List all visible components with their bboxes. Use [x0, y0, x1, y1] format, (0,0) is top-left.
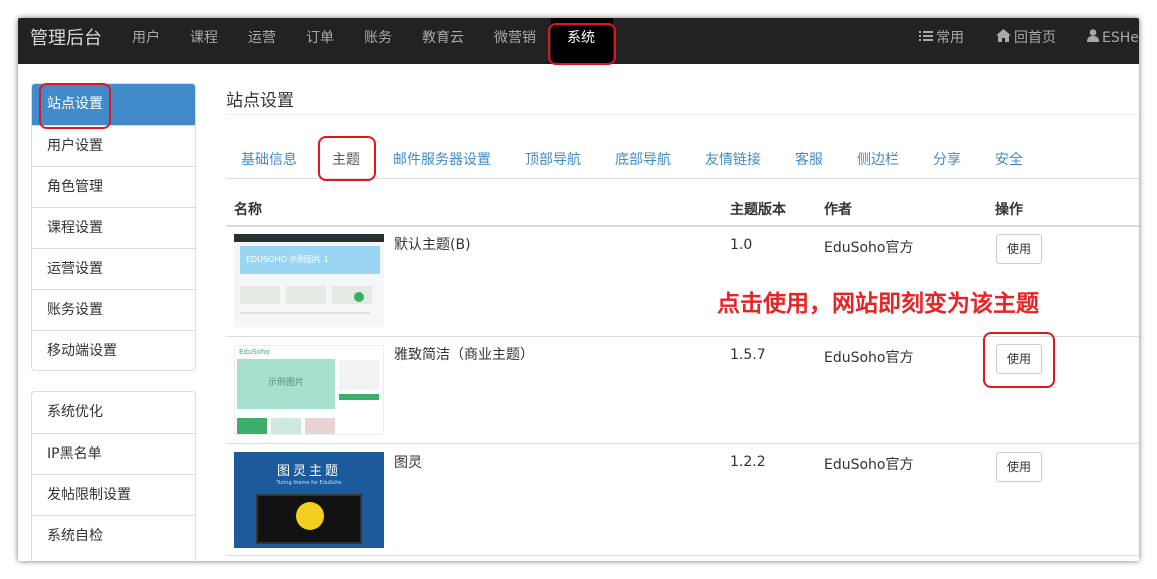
- nav-user-label: ESHe: [1102, 30, 1139, 46]
- theme-author-turing: EduSoho官方: [824, 457, 914, 473]
- tab-security[interactable]: 安全: [995, 149, 1023, 169]
- tab-friend-links[interactable]: 友情链接: [705, 149, 761, 169]
- nav-user-menu[interactable]: ESHe: [1087, 18, 1139, 64]
- sidebar-item-user-settings[interactable]: 用户设置: [32, 125, 195, 166]
- tab-top-nav[interactable]: 顶部导航: [525, 149, 581, 169]
- tab-share[interactable]: 分享: [933, 149, 961, 169]
- col-header-author: 作者: [824, 202, 852, 218]
- nav-item-operations[interactable]: 运营: [248, 18, 276, 64]
- home-icon: [996, 18, 1011, 58]
- nav-item-system[interactable]: 系统: [551, 18, 613, 64]
- nav-item-users[interactable]: 用户: [132, 18, 160, 64]
- theme-thumbnail-default: EDUSOHO 示例图片 1: [234, 234, 384, 327]
- use-theme-button-turing[interactable]: 使用: [996, 452, 1042, 482]
- theme-name-default: 默认主题(B): [394, 237, 471, 253]
- nav-item-courses[interactable]: 课程: [190, 18, 218, 64]
- thumb-banner-label: 示例图片: [237, 359, 335, 409]
- title-divider: [226, 114, 1139, 115]
- nav-common-label: 常用: [936, 30, 964, 46]
- nav-item-orders[interactable]: 订单: [306, 18, 334, 64]
- use-theme-button-default[interactable]: 使用: [996, 234, 1042, 264]
- tabs-divider: [226, 178, 1139, 179]
- sidebar-item-site-settings[interactable]: 站点设置: [32, 84, 195, 125]
- tab-mail-server[interactable]: 邮件服务器设置: [393, 149, 491, 169]
- thumb-turing-subtitle: Turing theme for EduSoho: [276, 480, 342, 486]
- nav-item-micro-marketing[interactable]: 微营销: [494, 18, 536, 64]
- page-title: 站点设置: [226, 91, 294, 111]
- theme-thumbnail-turing: 图灵主题 Turing theme for EduSoho: [234, 452, 384, 548]
- sidebar-item-operation-settings[interactable]: 运营设置: [32, 248, 195, 289]
- sidebar-item-role-management[interactable]: 角色管理: [32, 166, 195, 207]
- row-divider: [226, 555, 1139, 556]
- col-header-action: 操作: [995, 202, 1023, 218]
- theme-author-default: EduSoho官方: [824, 240, 914, 256]
- row-divider: [226, 443, 1139, 444]
- sidebar-system-group: 系统优化 IP黑名单 发帖限制设置 系统自检: [31, 391, 196, 561]
- sidebar-item-course-settings[interactable]: 课程设置: [32, 207, 195, 248]
- sidebar-item-mobile-settings[interactable]: 移动端设置: [32, 330, 195, 370]
- col-header-version: 主题版本: [730, 202, 786, 218]
- thumb-logo-text: EduSoho: [239, 348, 270, 356]
- list-icon: [919, 18, 933, 58]
- theme-version-turing: 1.2.2: [730, 454, 766, 470]
- annotation-callout: 点击使用，网站即刻变为该主题: [717, 291, 1039, 317]
- sidebar-item-system-check[interactable]: 系统自检: [32, 515, 195, 556]
- tab-theme[interactable]: 主题: [332, 149, 360, 169]
- theme-name-elegant: 雅致简洁（商业主题）: [394, 347, 534, 363]
- tab-side-bar[interactable]: 侧边栏: [857, 149, 899, 169]
- app-window: 管理后台 用户 课程 运营 订单 账务 教育云 微营销 系统 常用 回首页 ES…: [18, 18, 1139, 561]
- nav-home-label: 回首页: [1014, 30, 1056, 46]
- tab-basic-info[interactable]: 基础信息: [241, 149, 297, 169]
- nav-item-finance[interactable]: 账务: [364, 18, 392, 64]
- thumb-banner-text: EDUSOHO 示例图片 1: [240, 246, 380, 274]
- nav-common-link[interactable]: 常用: [919, 18, 964, 64]
- theme-thumbnail-elegant: EduSoho 示例图片: [234, 345, 384, 435]
- row-divider: [226, 336, 1139, 337]
- thumb-turing-title: 图灵主题: [276, 464, 341, 479]
- sidebar-item-post-limit[interactable]: 发帖限制设置: [32, 474, 195, 515]
- user-icon: [1087, 18, 1099, 58]
- theme-version-elegant: 1.5.7: [730, 347, 766, 363]
- tab-customer-service[interactable]: 客服: [795, 149, 823, 169]
- table-header-divider: [226, 225, 1139, 227]
- theme-author-elegant: EduSoho官方: [824, 350, 914, 366]
- sidebar-item-ip-blacklist[interactable]: IP黑名单: [32, 433, 195, 474]
- nav-home-link[interactable]: 回首页: [996, 18, 1056, 64]
- use-theme-button-elegant[interactable]: 使用: [996, 344, 1042, 374]
- sidebar-settings-group: 站点设置 用户设置 角色管理 课程设置 运营设置 账务设置 移动端设置: [31, 83, 196, 371]
- theme-name-turing: 图灵: [394, 455, 422, 471]
- nav-item-edu-cloud[interactable]: 教育云: [422, 18, 464, 64]
- sidebar-item-finance-settings[interactable]: 账务设置: [32, 289, 195, 330]
- theme-version-default: 1.0: [730, 237, 753, 253]
- sidebar-item-system-optimize[interactable]: 系统优化: [32, 392, 195, 433]
- tab-bottom-nav[interactable]: 底部导航: [615, 149, 671, 169]
- col-header-name: 名称: [234, 202, 262, 218]
- brand-title[interactable]: 管理后台: [30, 18, 102, 64]
- top-navbar: 管理后台 用户 课程 运营 订单 账务 教育云 微营销 系统 常用 回首页 ES…: [18, 18, 1139, 64]
